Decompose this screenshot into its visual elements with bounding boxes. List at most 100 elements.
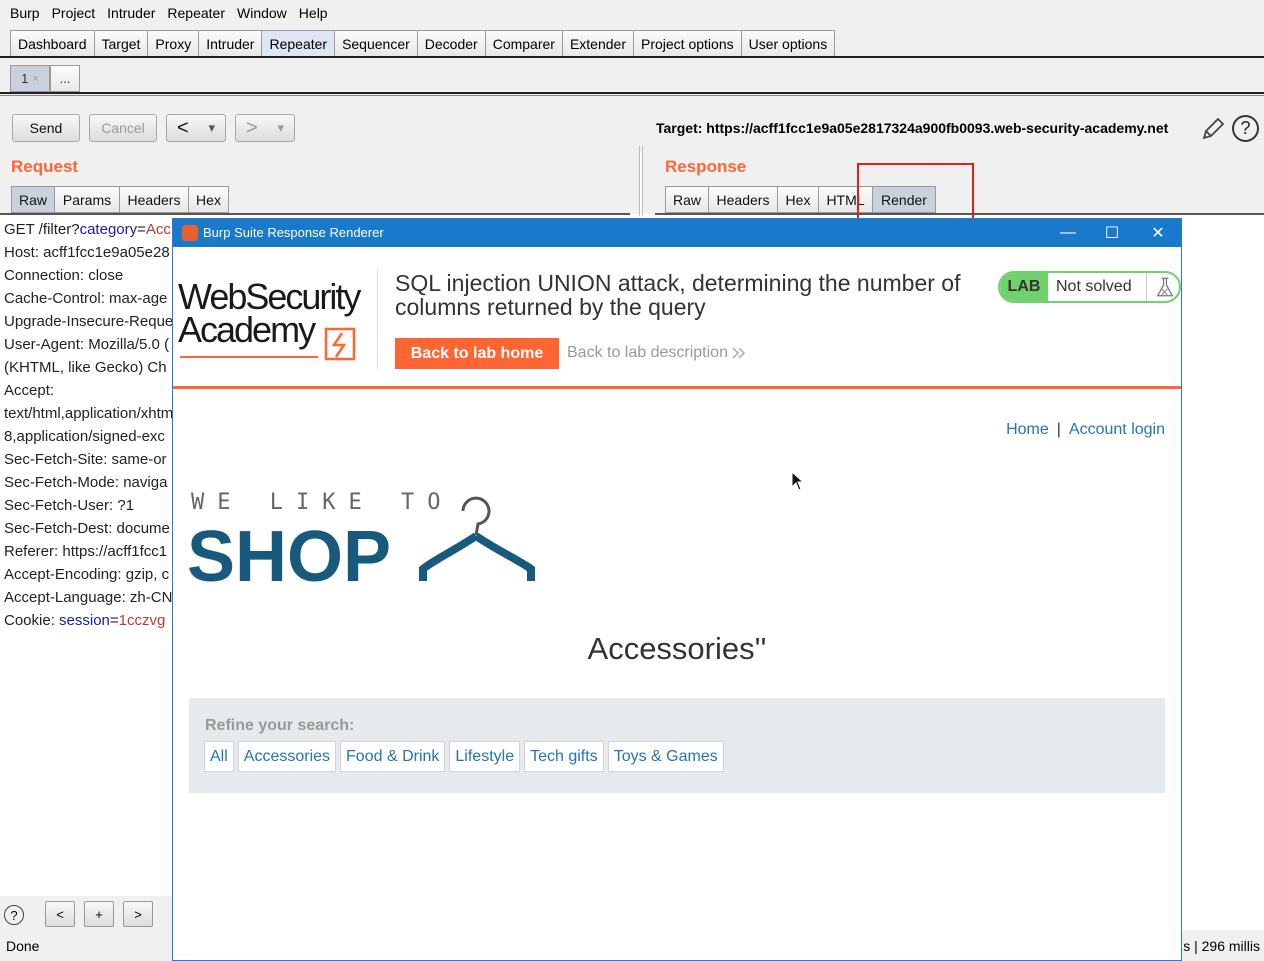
filter-all[interactable]: All xyxy=(204,741,234,772)
send-button[interactable]: Send xyxy=(12,114,80,142)
pencil-icon[interactable] xyxy=(1200,116,1226,142)
tab-repeater[interactable]: Repeater xyxy=(261,30,335,57)
tab-extender[interactable]: Extender xyxy=(561,30,633,57)
back-to-lab-description-label: Back to lab description xyxy=(567,344,728,361)
request-header-line: Sec-Fetch-Dest: docume xyxy=(4,520,170,537)
repeater-tab-1[interactable]: 1 × xyxy=(10,65,50,92)
request-header-line: Sec-Fetch-User: ?1 xyxy=(4,497,135,514)
renderer-titlebar[interactable]: Burp Suite Response Renderer — ☐ ✕ xyxy=(173,219,1181,247)
shop-tagline: WE LIKE TO xyxy=(191,490,453,515)
tab-proxy[interactable]: Proxy xyxy=(147,30,199,57)
tab-sequencer[interactable]: Sequencer xyxy=(334,30,417,57)
request-tab-raw[interactable]: Raw xyxy=(11,186,54,213)
menu-intruder[interactable]: Intruder xyxy=(101,5,161,21)
tab-divider xyxy=(0,92,1264,94)
request-tab-underline xyxy=(0,213,630,215)
refine-search-panel: Refine your search: All Accessories Food… xyxy=(189,698,1165,793)
menu-project[interactable]: Project xyxy=(46,5,102,21)
history-forward-button[interactable]: > ▾ xyxy=(235,114,295,142)
tab-intruder[interactable]: Intruder xyxy=(198,30,262,57)
response-timing: s | 296 millis xyxy=(1183,938,1260,954)
flask-icon xyxy=(1146,273,1174,301)
request-header-line: text/html,application/xhtm xyxy=(4,405,172,422)
minimize-icon[interactable]: — xyxy=(1055,221,1081,245)
filter-toys-games[interactable]: Toys & Games xyxy=(607,741,724,772)
chevron-left-icon: < xyxy=(176,116,189,139)
filter-tech-gifts[interactable]: Tech gifts xyxy=(524,741,604,772)
request-tab-hex[interactable]: Hex xyxy=(188,186,229,213)
repeater-tab-label: 1 xyxy=(21,71,29,86)
request-header-line: Host: acff1fcc1e9a05e28 xyxy=(4,244,170,261)
web-security-academy-logo[interactable]: WebSecurity Academy xyxy=(178,269,378,369)
tab-project-options[interactable]: Project options xyxy=(633,30,741,57)
request-method-path: GET /filter? xyxy=(4,221,80,238)
lab-status-badge: LAB Not solved xyxy=(998,271,1181,303)
request-header-line: Upgrade-Insecure-Reque xyxy=(4,313,172,330)
request-tab-headers[interactable]: Headers xyxy=(119,186,188,213)
burp-logo-icon xyxy=(182,225,198,241)
response-tab-raw[interactable]: Raw xyxy=(665,186,708,213)
help-icon[interactable]: ? xyxy=(4,905,24,925)
we-like-to-shop-logo[interactable]: WE LIKE TO SHOP xyxy=(187,489,547,589)
cookie-name: session xyxy=(59,612,110,629)
tab-dashboard[interactable]: Dashboard xyxy=(10,30,94,57)
lab-title: SQL injection UNION attack, determining … xyxy=(395,270,961,320)
request-editor[interactable]: GET /filter?category=Acc Host: acff1fcc1… xyxy=(0,216,172,896)
menu-bar: Burp Project Intruder Repeater Window He… xyxy=(0,0,1264,26)
response-title: Response xyxy=(665,157,747,176)
param-equals: = xyxy=(137,221,146,238)
menu-repeater[interactable]: Repeater xyxy=(161,5,231,21)
request-title: Request xyxy=(11,157,79,176)
request-header-line: User-Agent: Mozilla/5.0 ( xyxy=(4,336,170,353)
chevron-right-icon: > xyxy=(245,116,258,139)
shop-word: SHOP xyxy=(187,517,391,589)
request-header-line: Accept-Language: zh-CN xyxy=(4,589,172,606)
response-tab-headers[interactable]: Headers xyxy=(708,186,777,213)
menu-burp[interactable]: Burp xyxy=(4,5,46,21)
nav-separator: | xyxy=(1056,421,1061,438)
main-tab-bar: Dashboard Target Proxy Intruder Repeater… xyxy=(0,26,1264,60)
logo-line-2: Academy xyxy=(178,309,316,350)
repeater-tab-bar: 1 × ... xyxy=(0,60,1264,96)
mouse-cursor-icon xyxy=(791,471,805,491)
close-icon[interactable]: ✕ xyxy=(1145,221,1171,245)
tab-decoder[interactable]: Decoder xyxy=(416,30,485,57)
search-prev-button[interactable]: < xyxy=(45,901,75,927)
renderer-title: Burp Suite Response Renderer xyxy=(203,225,384,240)
new-tab-button[interactable]: ... xyxy=(50,65,80,92)
search-next-button[interactable]: > xyxy=(123,901,153,927)
history-back-button[interactable]: < ▾ xyxy=(166,114,226,142)
header-divider xyxy=(377,269,378,369)
help-icon[interactable]: ? xyxy=(1232,115,1259,142)
account-login-link[interactable]: Account login xyxy=(1069,421,1165,438)
filter-food-drink[interactable]: Food & Drink xyxy=(340,741,446,772)
cancel-button[interactable]: Cancel xyxy=(89,114,157,142)
home-link[interactable]: Home xyxy=(1006,421,1049,438)
back-to-lab-description-link[interactable]: Back to lab description xyxy=(567,344,746,362)
tab-user-options[interactable]: User options xyxy=(740,30,836,57)
request-tab-params[interactable]: Params xyxy=(54,186,119,213)
search-add-button[interactable]: + xyxy=(84,901,114,927)
request-header-line: (KHTML, like Gecko) Ch xyxy=(4,359,167,376)
refine-search-label: Refine your search: xyxy=(205,717,355,734)
cookie-value: 1cczvg xyxy=(118,612,166,629)
tab-target[interactable]: Target xyxy=(93,30,148,57)
menu-help[interactable]: Help xyxy=(293,5,334,21)
maximize-icon[interactable]: ☐ xyxy=(1099,221,1125,245)
filter-lifestyle[interactable]: Lifestyle xyxy=(449,741,521,772)
request-header-line: Connection: close xyxy=(4,267,124,284)
repeater-toolbar: Send Cancel < ▾ > ▾ Target: https://acff… xyxy=(0,96,1264,152)
menu-window[interactable]: Window xyxy=(231,5,293,21)
back-to-lab-home-button[interactable]: Back to lab home xyxy=(395,338,559,369)
pane-splitter[interactable] xyxy=(639,146,643,216)
tab-divider xyxy=(0,56,1264,58)
close-icon[interactable]: × xyxy=(32,73,38,85)
request-cookie-line: Cookie: session=1cczvg xyxy=(4,609,165,632)
chevron-down-icon[interactable]: ▾ xyxy=(209,120,216,136)
response-tab-hex[interactable]: Hex xyxy=(777,186,818,213)
site-nav: Home | Account login xyxy=(1006,421,1165,439)
request-header-line: Cache-Control: max-age xyxy=(4,290,168,307)
filter-accessories[interactable]: Accessories xyxy=(237,741,337,772)
chevron-down-icon[interactable]: ▾ xyxy=(278,120,285,136)
tab-comparer[interactable]: Comparer xyxy=(484,30,562,57)
